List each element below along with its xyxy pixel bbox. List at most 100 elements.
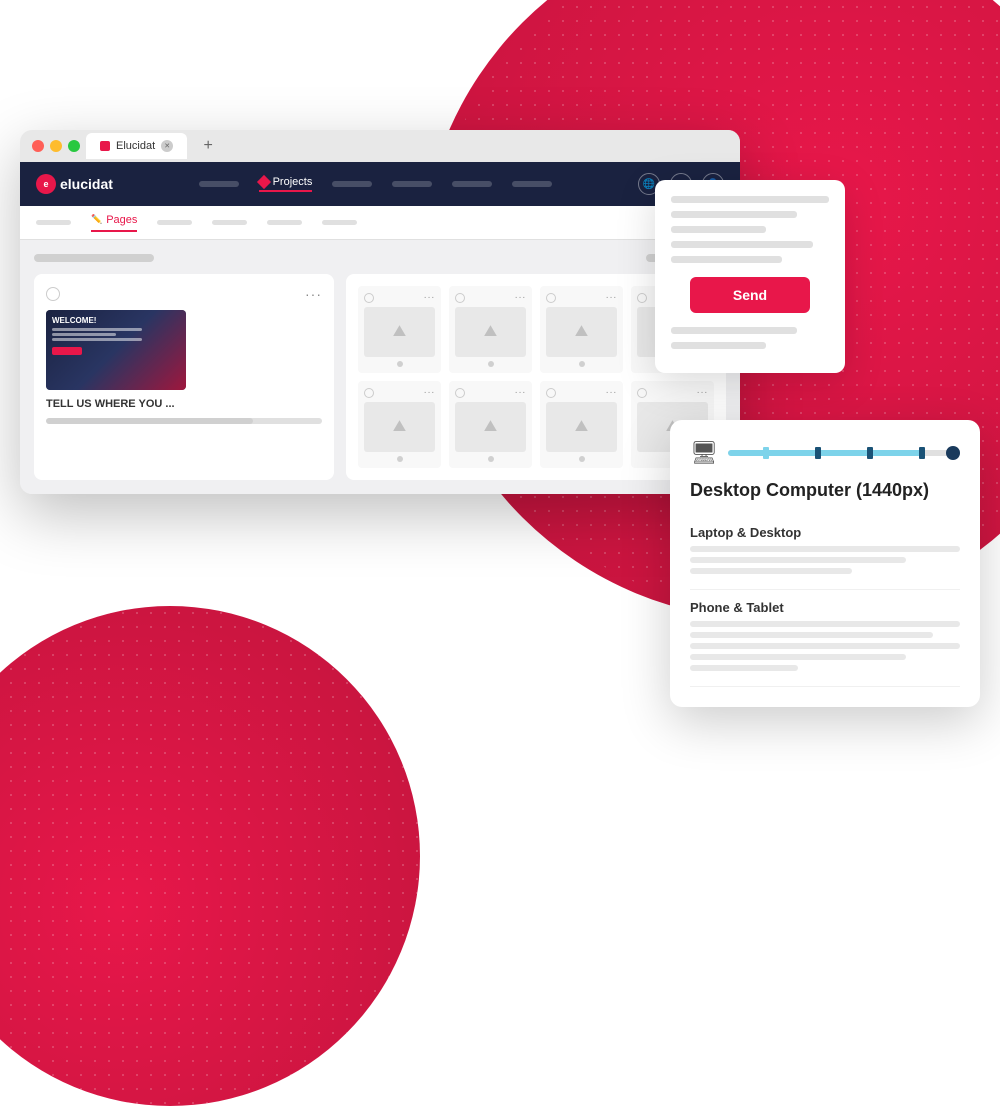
mini-thumb-1: ⛰ xyxy=(364,307,435,357)
thumb-line-2 xyxy=(52,333,116,336)
mini-dots-7[interactable]: ··· xyxy=(606,387,618,398)
thumb-welcome-text: WELCOME! xyxy=(52,316,180,325)
phone-line-5 xyxy=(690,665,798,671)
mini-thumb-5: ⛰ xyxy=(364,402,435,452)
nav-items: Projects xyxy=(199,176,553,192)
slider-ticks xyxy=(728,447,960,459)
nav-placeholder-5 xyxy=(512,181,552,187)
form-panel: Send xyxy=(655,180,845,373)
mini-card-6-header: ··· xyxy=(455,387,526,398)
mini-radio-8[interactable] xyxy=(637,388,647,398)
thumb-button xyxy=(52,347,82,355)
mini-card-6: ··· ⛰ xyxy=(449,381,532,468)
content-header xyxy=(34,254,726,262)
minimize-dot[interactable] xyxy=(50,140,62,152)
tab-favicon xyxy=(100,141,110,151)
nav-item-projects-label: Projects xyxy=(273,176,313,188)
mini-dots-6[interactable]: ··· xyxy=(515,387,527,398)
tick-1 xyxy=(763,447,769,459)
mini-card-5: ··· ⛰ xyxy=(358,381,441,468)
mini-radio-3[interactable] xyxy=(546,293,556,303)
sub-nav-pages-label: Pages xyxy=(106,214,137,226)
device-slider-track xyxy=(728,450,960,456)
diamond-icon xyxy=(257,175,271,189)
mini-dot-bottom-3 xyxy=(579,361,585,367)
nav-item-projects[interactable]: Projects xyxy=(259,176,313,192)
cards-grid: ··· WELCOME! TELL US WHERE YOU ... xyxy=(34,274,726,480)
card-more-options[interactable]: ··· xyxy=(305,286,322,302)
mini-thumb-2: ⛰ xyxy=(455,307,526,357)
device-panel: 🖥 Desktop Computer (1440px) Laptop & Des… xyxy=(670,420,980,707)
send-button[interactable]: Send xyxy=(690,277,810,313)
bg-dotted-bottom-overlay xyxy=(0,606,420,1106)
mountain-icon-7: ⛰ xyxy=(575,418,588,436)
app-content: ··· WELCOME! TELL US WHERE YOU ... xyxy=(20,240,740,494)
mini-card-8-header: ··· xyxy=(637,387,708,398)
mini-radio-5[interactable] xyxy=(364,388,374,398)
mini-dot-bottom-6 xyxy=(488,456,494,462)
nav-placeholder-2 xyxy=(332,181,372,187)
mini-card-5-header: ··· xyxy=(364,387,435,398)
card-progress-fill xyxy=(46,418,253,424)
sub-nav-placeholder-4 xyxy=(267,220,302,225)
mini-thumb-6: ⛰ xyxy=(455,402,526,452)
sub-nav-placeholder-1 xyxy=(36,220,71,225)
logo-icon: e xyxy=(36,174,56,194)
tab-close-button[interactable]: ✕ xyxy=(161,140,173,152)
mini-card-7: ··· ⛰ xyxy=(540,381,623,468)
featured-card-header: ··· xyxy=(46,286,322,302)
tick-4 xyxy=(919,447,925,459)
mini-radio-6[interactable] xyxy=(455,388,465,398)
mini-dot-bottom-7 xyxy=(579,456,585,462)
mini-dot-bottom-1 xyxy=(397,361,403,367)
app-logo: e elucidat xyxy=(36,174,113,194)
form-line-4 xyxy=(671,241,813,248)
mini-card-1-header: ··· xyxy=(364,292,435,303)
thumb-text-lines xyxy=(52,328,180,341)
mini-radio-7[interactable] xyxy=(546,388,556,398)
mini-dot-bottom-2 xyxy=(488,361,494,367)
mini-dots-2[interactable]: ··· xyxy=(515,292,527,303)
mini-dots-5[interactable]: ··· xyxy=(424,387,436,398)
card-radio[interactable] xyxy=(46,287,60,301)
sub-nav-placeholder-2 xyxy=(157,220,192,225)
mini-card-7-header: ··· xyxy=(546,387,617,398)
laptop-option-title: Laptop & Desktop xyxy=(690,525,960,540)
laptop-line-2 xyxy=(690,557,906,563)
logo-text: elucidat xyxy=(60,176,113,192)
mountain-icon-5: ⛰ xyxy=(393,418,406,436)
close-dot[interactable] xyxy=(32,140,44,152)
mini-radio-2[interactable] xyxy=(455,293,465,303)
browser-window: Elucidat ✕ + e elucidat Projects 🌐 ? 👤 xyxy=(20,130,740,494)
thumb-content: WELCOME! xyxy=(46,310,186,361)
slider-handle[interactable] xyxy=(946,446,960,460)
mountain-icon-1: ⛰ xyxy=(393,323,406,341)
mini-thumb-7: ⛰ xyxy=(546,402,617,452)
sub-nav: ✏️ Pages xyxy=(20,206,740,240)
featured-card: ··· WELCOME! TELL US WHERE YOU ... xyxy=(34,274,334,480)
sub-nav-pages[interactable]: ✏️ Pages xyxy=(91,214,137,232)
device-option-laptop[interactable]: Laptop & Desktop xyxy=(690,515,960,590)
device-option-phone[interactable]: Phone & Tablet xyxy=(690,590,960,687)
device-title: Desktop Computer (1440px) xyxy=(690,480,960,501)
tick-2 xyxy=(815,447,821,459)
browser-titlebar: Elucidat ✕ + xyxy=(20,130,740,162)
form-line-3 xyxy=(671,226,766,233)
mini-radio-4[interactable] xyxy=(637,293,647,303)
new-tab-button[interactable]: + xyxy=(197,135,219,157)
mini-dots-1[interactable]: ··· xyxy=(424,292,436,303)
sub-nav-placeholder-3 xyxy=(212,220,247,225)
mini-dots-8[interactable]: ··· xyxy=(697,387,709,398)
maximize-dot[interactable] xyxy=(68,140,80,152)
mini-radio-1[interactable] xyxy=(364,293,374,303)
mountain-icon-3: ⛰ xyxy=(575,323,588,341)
browser-tab[interactable]: Elucidat ✕ xyxy=(86,133,187,159)
mini-dots-3[interactable]: ··· xyxy=(606,292,618,303)
device-header: 🖥 xyxy=(690,440,960,466)
app-nav: e elucidat Projects 🌐 ? 👤 xyxy=(20,162,740,206)
form-line-7 xyxy=(671,342,766,349)
thumb-line-1 xyxy=(52,328,142,331)
laptop-line-1 xyxy=(690,546,960,552)
card-progress-bar xyxy=(46,418,322,424)
nav-placeholder-3 xyxy=(392,181,432,187)
